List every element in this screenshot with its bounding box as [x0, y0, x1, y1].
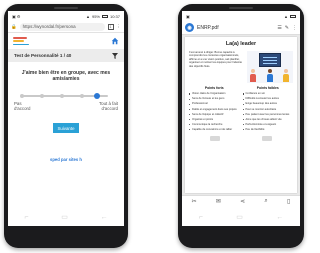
- strength-item: Capable de convaincre et de rallier: [189, 128, 240, 131]
- right-phone: ▣ ▲ ◉ ENRP.pdf ☰ ✎ ⋮ La(a) leader Il est…: [178, 4, 304, 248]
- pdf-canvas[interactable]: La(a) leader Il est amené à diriger. Bon…: [182, 35, 300, 195]
- strength-item: Sens de l'écoute et les gens: [189, 97, 240, 100]
- recent-apps-icon[interactable]: ⌐: [199, 214, 203, 221]
- weaknesses-column: Points faibles Confiance en soi Difficul…: [242, 86, 294, 133]
- intro-paragraph: Il est amené à diriger. Bonne capacité à…: [189, 51, 242, 68]
- left-phone: ▣ ⚙ ▲ 95% 10:37 🔒 https://wynordal.fr/pe…: [4, 4, 128, 248]
- strengths-column: Points forts Vision claire de l'organisa…: [189, 86, 240, 133]
- more-icon[interactable]: ⋮: [292, 25, 297, 31]
- pdf-viewer-screen: ▣ ▲ ◉ ENRP.pdf ☰ ✎ ⋮ La(a) leader Il est…: [182, 11, 300, 226]
- comment-icon[interactable]: ✉: [216, 198, 221, 205]
- strength-item: Professionnel: [189, 102, 240, 105]
- status-bar: ▣ ▲: [182, 11, 300, 21]
- share-icon[interactable]: ⋖: [240, 198, 245, 205]
- tab-counter-button[interactable]: 1: [107, 23, 114, 30]
- pdf-bottom-toolbar: ✂ ✉ ⋖ ⌕ ▯: [182, 195, 300, 207]
- slider-stop[interactable]: [80, 93, 84, 98]
- site-logo[interactable]: [13, 37, 31, 45]
- more-vert-icon[interactable]: ⋮: [117, 24, 122, 30]
- weakness-item: Perfectionniste et exigeant: [242, 123, 294, 126]
- slider-stop[interactable]: [60, 93, 64, 98]
- pdf-page: La(a) leader Il est amené à diriger. Bon…: [185, 37, 297, 193]
- browser-url-bar: 🔒 https://wynordal.fr/persona 1 ⋮: [8, 21, 124, 33]
- weakness-item: Peu patient avec les personnes lentes: [242, 113, 294, 116]
- next-button[interactable]: Suivante: [53, 123, 79, 134]
- battery-icon: [101, 14, 108, 18]
- traits-columns: Points forts Vision claire de l'organisa…: [189, 86, 294, 133]
- leader-illustration: [247, 51, 293, 83]
- status-left: ▣ ⚙: [12, 13, 21, 19]
- url-field[interactable]: https://wynordal.fr/persona: [19, 22, 105, 31]
- site-header: [8, 33, 124, 49]
- pdf-toolbar: ◉ ENRP.pdf ☰ ✎ ⋮: [182, 21, 300, 35]
- search-icon[interactable]: ⌕: [264, 198, 267, 205]
- agreement-slider[interactable]: [18, 92, 114, 99]
- person-figure: [283, 69, 289, 82]
- home-nav-icon[interactable]: ▭: [236, 213, 243, 221]
- strength-item: Organisé et précis: [189, 118, 240, 121]
- battery-icon: [290, 14, 296, 18]
- status-left: ▣: [186, 13, 190, 19]
- android-nav-bar: ⌐ ▭ ←: [182, 208, 300, 226]
- footer-link[interactable]: sped par sites h: [8, 157, 124, 162]
- weakness-item: Confiance en soi: [242, 92, 294, 95]
- question-text: J'aime bien être en groupe, avec mes ami…: [21, 70, 111, 83]
- pdf-file-name: ENRP.pdf: [197, 24, 219, 31]
- person-figure: [267, 69, 273, 82]
- slider-max-label: Tout à fait d'accord: [98, 100, 118, 112]
- weakness-item: Aime que les choses aillent vite: [242, 118, 294, 121]
- person-figure: [250, 69, 256, 82]
- document-footer-logos: [189, 136, 293, 142]
- status-time: 10:37: [109, 13, 120, 19]
- footer-logo: [262, 136, 272, 142]
- weaknesses-heading: Points faibles: [256, 86, 279, 90]
- test-progress-label: Test de Personnalité 1 / 40: [14, 53, 72, 58]
- edit-icon[interactable]: ✎: [285, 25, 289, 31]
- strength-item: Fiable et engagement dans ses projets: [189, 108, 240, 111]
- slider-labels: Pas d'accord Tout à fait d'accord: [8, 99, 124, 111]
- slider-stop[interactable]: [40, 93, 44, 98]
- strengths-list: Vision claire de l'organisation Sens de …: [189, 92, 240, 131]
- slider-thumb[interactable]: [94, 92, 101, 99]
- strength-item: Sens de l'équipe et collectif: [189, 113, 240, 116]
- back-icon[interactable]: ←: [101, 214, 108, 221]
- strengths-heading: Points forts: [204, 86, 224, 90]
- home-nav-icon[interactable]: ▭: [61, 213, 68, 221]
- document-intro: Il est amené à diriger. Bonne capacité à…: [189, 51, 293, 83]
- status-right: ▲: [284, 14, 296, 19]
- weakness-item: Peu de flexibilité: [242, 128, 294, 131]
- strength-item: Vision claire de l'organisation: [189, 92, 240, 95]
- menu-icon[interactable]: ☰: [277, 25, 281, 31]
- two-phone-screenshot: ▣ ⚙ ▲ 95% 10:37 🔒 https://wynordal.fr/pe…: [0, 0, 304, 253]
- test-progress-bar: Test de Personnalité 1 / 40: [8, 49, 124, 62]
- strength-item: Communique la recherche: [189, 123, 240, 126]
- slider-stop[interactable]: [20, 93, 24, 98]
- android-nav-bar: ⌐ ▭ ←: [8, 208, 124, 226]
- weakness-item: Exige beaucoup des autres: [242, 102, 294, 105]
- presentation-screen-image: [259, 53, 281, 67]
- recent-apps-icon[interactable]: ⌐: [24, 214, 28, 221]
- status-bar: ▣ ⚙ ▲ 95% 10:37: [8, 11, 124, 21]
- filter-icon[interactable]: [112, 52, 118, 59]
- slider-min-label: Pas d'accord: [14, 100, 31, 112]
- weaknesses-list: Confiance en soi Difficulté à écouter le…: [242, 92, 294, 131]
- lock-icon: 🔒: [11, 23, 17, 29]
- footer-logo: [210, 136, 220, 142]
- weakness-item: Difficulté à écouter les autres: [242, 97, 294, 100]
- back-icon[interactable]: ←: [276, 214, 283, 221]
- browser-screen: ▣ ⚙ ▲ 95% 10:37 🔒 https://wynordal.fr/pe…: [8, 11, 124, 226]
- signal-icon: ▲: [284, 13, 288, 19]
- document-title: La(a) leader: [225, 41, 257, 47]
- phone-speaker: [54, 7, 78, 9]
- phone-speaker: [229, 7, 253, 9]
- battery-percent: 95%: [91, 13, 100, 19]
- pdf-app-icon[interactable]: ◉: [185, 23, 194, 32]
- signal-icon: ▲: [86, 13, 90, 19]
- status-right: ▲ 95% 10:37: [86, 14, 120, 19]
- home-icon[interactable]: [111, 37, 119, 45]
- bookmark-icon[interactable]: ▯: [287, 198, 290, 205]
- weakness-item: Peut se montrer autoritaire: [242, 108, 294, 111]
- cut-icon[interactable]: ✂: [192, 198, 197, 205]
